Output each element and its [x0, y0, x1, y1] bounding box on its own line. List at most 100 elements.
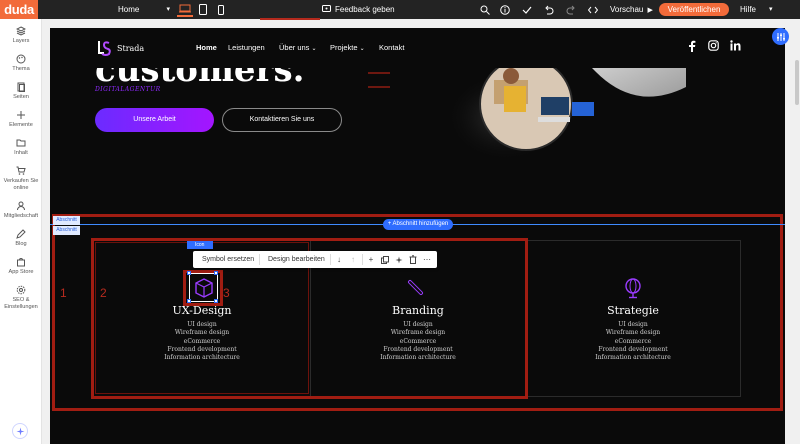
- replace-symbol-button[interactable]: Symbol ersetzen: [202, 251, 254, 268]
- chevron-down-icon[interactable]: ▾: [769, 0, 773, 19]
- sidebar-item-theme[interactable]: Thema: [0, 54, 42, 73]
- add-section-button[interactable]: + Abschnitt hinzufügen: [383, 219, 453, 230]
- sidebar-item-label: Thema: [12, 66, 30, 72]
- highlight-marker: [260, 18, 320, 20]
- hero-tagline[interactable]: DIGITALAGENTUR: [95, 86, 161, 93]
- nav-about[interactable]: Über uns ⌄: [279, 43, 317, 52]
- code-icon[interactable]: [586, 3, 599, 16]
- search-icon[interactable]: [478, 3, 491, 16]
- linkedin-icon[interactable]: [730, 40, 741, 54]
- nav-contact[interactable]: Kontakt: [379, 43, 404, 52]
- preview-label: Vorschau: [610, 5, 644, 14]
- arrow-down-icon[interactable]: ↓: [334, 254, 344, 265]
- redo-icon[interactable]: [564, 3, 577, 16]
- instagram-icon[interactable]: [708, 40, 719, 54]
- folder-icon: [16, 139, 26, 147]
- list-item: Frontend development: [167, 345, 237, 353]
- app-store-icon: [17, 258, 25, 267]
- column-title[interactable]: Strategie: [563, 304, 703, 317]
- user-icon: [17, 201, 25, 211]
- strategy-icon[interactable]: [624, 277, 642, 302]
- list-item: eCommerce: [614, 337, 652, 345]
- sidebar-item-seo-settings[interactable]: SEO & Einstellungen: [0, 285, 42, 311]
- sliders-icon: [776, 32, 785, 41]
- sidebar-item-label: App Store: [8, 269, 34, 275]
- section-label[interactable]: Abschnitt: [53, 216, 80, 225]
- page-selector[interactable]: Home ▾: [118, 0, 170, 19]
- sidebar-item-app-store[interactable]: App Store: [0, 257, 42, 276]
- nav-projects[interactable]: Projekte ⌄: [330, 43, 365, 52]
- highlight-marker: [368, 72, 390, 74]
- duplicate-icon[interactable]: [380, 254, 390, 265]
- sidebar-item-layers[interactable]: Layers: [0, 26, 42, 45]
- site-brand[interactable]: Strada: [96, 39, 144, 57]
- undo-icon[interactable]: [542, 3, 555, 16]
- help-button[interactable]: Hilfe: [740, 0, 756, 19]
- contact-us-button[interactable]: Kontaktieren Sie uns: [222, 108, 342, 132]
- resize-handle[interactable]: [187, 271, 191, 275]
- magic-icon[interactable]: [394, 254, 404, 265]
- sidebar-item-pages[interactable]: Seiten: [0, 82, 42, 101]
- publish-button[interactable]: Veröffentlichen: [659, 3, 729, 16]
- sidebar-item-sell-online[interactable]: Verkaufen Sie online: [0, 166, 42, 192]
- facebook-icon[interactable]: [688, 40, 696, 55]
- left-sidebar: Layers Thema Seiten Elemente Inhalt Verk…: [0, 19, 42, 444]
- sidebar-item-elements[interactable]: Elemente: [0, 110, 42, 129]
- column-number: 3: [223, 286, 230, 300]
- column-number: 1: [60, 286, 67, 300]
- cart-icon: [16, 166, 26, 175]
- list-item: Frontend development: [598, 345, 668, 353]
- feedback-icon: [322, 5, 331, 12]
- blog-icon: [16, 229, 26, 239]
- preview-button[interactable]: Vorschau ▶: [610, 0, 653, 19]
- nav-home[interactable]: Home: [196, 43, 217, 52]
- resize-handle[interactable]: [187, 299, 191, 303]
- nav-about-label: Über uns: [279, 43, 310, 52]
- element-type-tag: Icon: [187, 241, 213, 249]
- ux-design-icon[interactable]: [189, 273, 218, 302]
- nav-services[interactable]: Leistungen: [228, 43, 265, 52]
- section-label[interactable]: Abschnitt: [53, 226, 80, 235]
- canvas-scrollbar[interactable]: [795, 60, 799, 105]
- list-item: Wireframe design: [605, 329, 661, 337]
- top-bar: duda Home ▾ Feedback geben Vorschau ▶ Ve…: [0, 0, 800, 19]
- branding-icon[interactable]: [406, 278, 426, 301]
- sidebar-item-label: SEO & Einstellungen: [4, 297, 38, 310]
- delete-icon[interactable]: [408, 254, 418, 265]
- column-title[interactable]: Branding: [348, 304, 488, 317]
- duda-logo[interactable]: duda: [0, 0, 38, 19]
- mobile-icon: [218, 4, 224, 15]
- sidebar-item-membership[interactable]: Mitgliedschaft: [0, 201, 42, 220]
- arrow-up-icon[interactable]: ↑: [348, 254, 358, 265]
- toolbar-divider: [259, 254, 260, 265]
- resize-handle[interactable]: [214, 299, 218, 303]
- list-item: UI design: [187, 321, 217, 328]
- sidebar-item-blog[interactable]: Blog: [0, 229, 42, 248]
- column-list[interactable]: UI design Wireframe design eCommerce Fro…: [132, 321, 272, 362]
- more-icon[interactable]: ⋯: [422, 254, 432, 265]
- resize-handle[interactable]: [214, 271, 218, 275]
- add-icon[interactable]: +: [366, 254, 376, 265]
- check-icon[interactable]: [520, 3, 533, 16]
- desktop-view-button[interactable]: [177, 2, 193, 17]
- edit-design-button[interactable]: Design bearbeiten: [268, 251, 325, 268]
- feedback-button[interactable]: Feedback geben: [322, 0, 395, 19]
- list-item: UI design: [618, 321, 648, 328]
- assistant-button[interactable]: [12, 423, 28, 439]
- column-list[interactable]: UI design Wireframe design eCommerce Fro…: [563, 321, 703, 362]
- sidebar-item-label: Inhalt: [14, 150, 28, 156]
- sidebar-item-content[interactable]: Inhalt: [0, 138, 42, 157]
- tablet-view-button[interactable]: [195, 2, 211, 17]
- column-title[interactable]: UX-Design: [132, 304, 272, 317]
- element-toolbar: Symbol ersetzen Design bearbeiten ↓ ↑ + …: [193, 251, 437, 268]
- chevron-down-icon: ▾: [166, 6, 170, 13]
- info-icon[interactable]: [498, 3, 511, 16]
- mobile-view-button[interactable]: [213, 2, 229, 17]
- sidebar-item-label: Seiten: [13, 94, 29, 100]
- settings-sliders-button[interactable]: [772, 28, 789, 45]
- tablet-icon: [199, 4, 207, 15]
- our-work-button[interactable]: Unsere Arbeit: [95, 108, 214, 132]
- list-item: eCommerce: [183, 337, 221, 345]
- column-list[interactable]: UI design Wireframe design eCommerce Fro…: [348, 321, 488, 362]
- sidebar-item-label: Verkaufen Sie online: [3, 178, 39, 191]
